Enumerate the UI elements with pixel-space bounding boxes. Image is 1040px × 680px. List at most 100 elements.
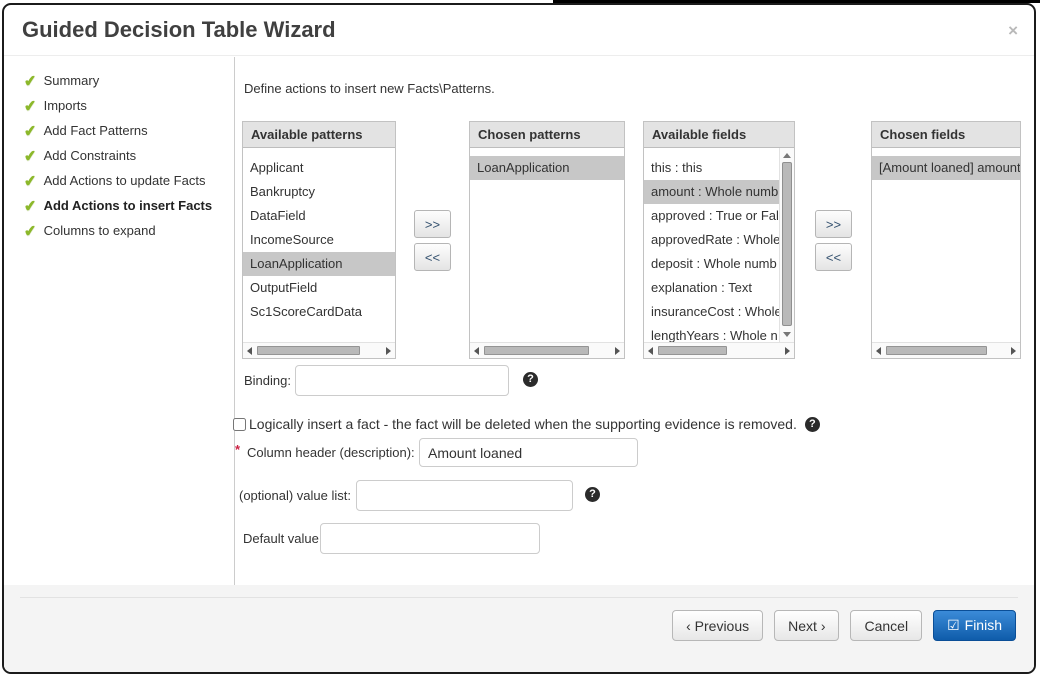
list-item[interactable]: amount : Whole numb [644,180,779,204]
logical-insert-checkbox[interactable] [233,418,246,431]
dialog-title: Guided Decision Table Wizard [22,17,336,43]
value-list-label: (optional) value list: [239,488,351,503]
step-label: Add Fact Patterns [44,123,148,138]
available-patterns-list: Available patterns Applicant Bankruptcy … [242,121,396,359]
step-add-actions-update[interactable]: ✔ Add Actions to update Facts [24,173,234,188]
finish-check-icon: ☑ [947,617,960,633]
list-item[interactable]: Bankruptcy [243,180,395,204]
cancel-button[interactable]: Cancel [850,610,922,641]
scroll-left-icon[interactable] [247,347,252,355]
logical-insert-label: Logically insert a fact - the fact will … [249,416,797,432]
scroll-right-icon[interactable] [785,347,790,355]
list-item[interactable]: approved : True or Fal [644,204,779,228]
list-item[interactable]: deposit : Whole numb [644,252,779,276]
available-fields-list: Available fields this : this amount : Wh… [643,121,795,359]
list-header: Available fields [644,122,794,148]
add-pattern-button[interactable]: >> [414,210,451,238]
horizontal-scrollbar[interactable] [243,342,395,358]
list-item[interactable]: insuranceCost : Whole [644,300,779,324]
scroll-right-icon[interactable] [386,347,391,355]
scroll-left-icon[interactable] [648,347,653,355]
scroll-left-icon[interactable] [474,347,479,355]
remove-pattern-button[interactable]: << [414,243,451,271]
list-item[interactable]: DataField [243,204,395,228]
step-imports[interactable]: ✔Imports [24,98,234,113]
list-header: Chosen fields [872,122,1020,148]
chosen-fields-list: Chosen fields [Amount loaned] amount [871,121,1021,359]
binding-input[interactable] [295,365,509,396]
list-item[interactable]: lengthYears : Whole n [644,324,779,342]
list-item[interactable]: this : this [644,156,779,180]
check-icon: ✔ [23,171,37,190]
step-add-actions-insert[interactable]: ✔ Add Actions to insert Facts [24,198,234,213]
list-item[interactable]: Applicant [243,156,395,180]
check-icon: ✔ [23,221,37,240]
help-icon[interactable]: ? [523,372,538,387]
finish-button[interactable]: ☑ Finish [933,610,1016,641]
wizard-step-list: ✔Summary ✔Imports ✔Add Fact Patterns ✔Ad… [4,57,234,238]
list-item[interactable]: explanation : Text [644,276,779,300]
check-icon: ✔ [23,146,37,165]
step-label: Imports [44,98,87,113]
column-header-input[interactable] [419,438,638,467]
scrollbar-thumb[interactable] [782,162,792,326]
wizard-dialog: Guided Decision Table Wizard × ✔Summary … [2,3,1036,674]
horizontal-scrollbar[interactable] [644,342,794,358]
list-item[interactable]: LoanApplication [243,252,395,276]
scroll-right-icon[interactable] [615,347,620,355]
list-item[interactable]: Sc1ScoreCardData [243,300,395,324]
step-label: Add Constraints [44,148,137,163]
check-icon: ✔ [23,196,37,215]
list-item[interactable]: LoanApplication [470,156,624,180]
help-icon[interactable]: ? [805,417,820,432]
default-value-input[interactable] [320,523,540,554]
scrollbar-thumb[interactable] [257,346,360,355]
dialog-footer: ‹ Previous Next › Cancel ☑ Finish [4,585,1034,672]
logical-insert-row: Logically insert a fact - the fact will … [233,416,820,432]
remove-field-button[interactable]: << [815,243,852,271]
required-marker: * [235,442,240,457]
previous-button[interactable]: ‹ Previous [672,610,763,641]
step-label: Columns to expand [44,223,156,238]
list-body: Applicant Bankruptcy DataField IncomeSou… [243,148,395,342]
horizontal-scrollbar[interactable] [470,342,624,358]
scroll-right-icon[interactable] [1011,347,1016,355]
check-icon: ✔ [23,121,37,140]
help-icon[interactable]: ? [585,487,600,502]
step-add-constraints[interactable]: ✔ Add Constraints [24,148,234,163]
value-list-input[interactable] [356,480,573,511]
list-item[interactable]: [Amount loaned] amount [872,156,1020,180]
step-label: Summary [44,73,100,88]
dialog-header: Guided Decision Table Wizard × [4,5,1034,56]
finish-label: Finish [965,617,1002,633]
scrollbar-thumb[interactable] [484,346,589,355]
list-body: LoanApplication [470,148,624,342]
horizontal-scrollbar[interactable] [872,342,1020,358]
list-item[interactable]: OutputField [243,276,395,300]
list-item[interactable]: IncomeSource [243,228,395,252]
wizard-steps-sidebar: ✔Summary ✔Imports ✔Add Fact Patterns ✔Ad… [4,57,235,585]
scroll-up-icon[interactable] [783,153,791,158]
scrollbar-thumb[interactable] [886,346,987,355]
footer-divider [20,597,1018,598]
next-button[interactable]: Next › [774,610,839,641]
binding-label: Binding: [244,373,291,388]
footer-button-row: ‹ Previous Next › Cancel ☑ Finish [672,610,1016,641]
page-instruction: Define actions to insert new Facts\Patte… [244,81,495,96]
list-header: Chosen patterns [470,122,624,148]
default-value-label: Default value: [243,531,323,546]
check-icon: ✔ [23,71,37,90]
scroll-left-icon[interactable] [876,347,881,355]
chosen-patterns-list: Chosen patterns LoanApplication [469,121,625,359]
vertical-scrollbar[interactable] [779,148,794,342]
step-label: Add Actions to update Facts [44,173,206,188]
add-field-button[interactable]: >> [815,210,852,238]
close-icon[interactable]: × [1008,21,1018,41]
scrollbar-thumb[interactable] [658,346,727,355]
step-summary[interactable]: ✔ Summary [24,73,234,88]
scroll-down-icon[interactable] [783,332,791,337]
step-columns-to-expand[interactable]: ✔ Columns to expand [24,223,234,238]
step-label: Add Actions to insert Facts [44,198,213,213]
list-item[interactable]: approvedRate : Whole [644,228,779,252]
step-add-fact-patterns[interactable]: ✔ Add Fact Patterns [24,123,234,138]
